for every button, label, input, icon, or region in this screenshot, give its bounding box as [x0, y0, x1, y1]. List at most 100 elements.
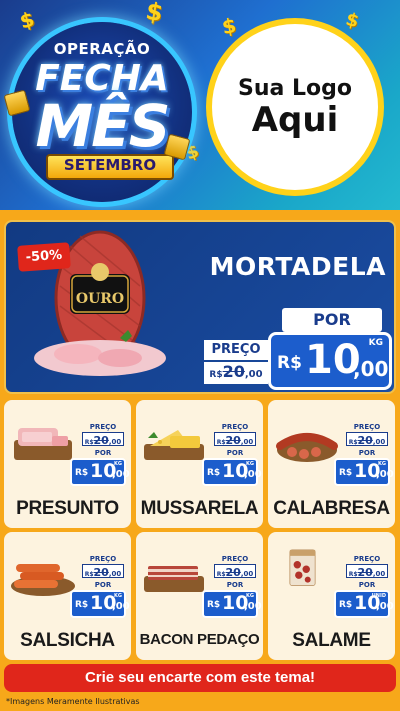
old-price-cents: ,00 — [240, 570, 254, 578]
new-price-label: POR — [282, 308, 382, 332]
old-price: R$20,00 — [214, 432, 256, 447]
old-price-label: PREÇO — [221, 555, 249, 563]
presunto-image — [14, 428, 72, 460]
price-unit: KG — [368, 338, 383, 348]
currency-symbol: R$ — [339, 600, 353, 610]
price-cents: ,00 — [376, 469, 394, 480]
currency-symbol: R$ — [348, 439, 358, 446]
new-price: R$ 10 ,00 UNID — [334, 590, 394, 618]
old-price-label: PREÇO — [204, 340, 268, 360]
price-unit: KG — [114, 461, 122, 467]
new-price-label: POR — [226, 449, 244, 457]
featured-product-name: MORTADELA — [209, 252, 386, 281]
old-price-label: PREÇO — [353, 423, 381, 431]
price-cents: ,00 — [112, 601, 130, 612]
old-price-integer: 20 — [222, 362, 245, 381]
badge-line1: OPERAÇÃO — [53, 40, 151, 58]
price-cents: ,00 — [244, 601, 262, 612]
dollar-icon: $ — [17, 6, 37, 34]
product-name: BACON PEDAÇO — [139, 631, 260, 648]
product-card-bacon[interactable]: PREÇO R$20,00 POR R$ 10 ,00 KG BACON PED… — [136, 532, 263, 660]
price-cents: ,00 — [353, 357, 389, 381]
logo-text-line1: Sua Logo — [237, 75, 352, 101]
product-card-salame[interactable]: PREÇO R$20,00 POR R$ 10 ,00 UNID SALAME — [268, 532, 395, 660]
operacao-fecha-mes-badge: OPERAÇÃO FECHA MÊS SETEMBRO — [12, 22, 192, 202]
old-price-label: PREÇO — [89, 423, 117, 431]
price-cents: ,00 — [244, 469, 262, 480]
new-price: R$ 10 ,00 KG — [70, 458, 130, 486]
logo-placeholder[interactable]: Sua Logo Aqui — [212, 24, 378, 190]
dollar-icon: $ — [220, 12, 238, 40]
currency-symbol: R$ — [339, 468, 353, 478]
create-flyer-button[interactable]: Crie seu encarte com este tema! — [4, 664, 396, 692]
old-price: R$20,00 — [214, 564, 256, 579]
footnote: *Imagens Meramente Ilustrativas — [6, 697, 140, 706]
old-price-cents: ,00 — [372, 438, 386, 446]
old-price-integer: 20 — [357, 566, 373, 579]
price-unit: KG — [114, 593, 122, 599]
old-price-label: PREÇO — [353, 555, 381, 563]
price-cents: ,00 — [112, 469, 130, 480]
currency-symbol: R$ — [207, 600, 221, 610]
price-cents: ,00 — [376, 601, 394, 612]
old-price-label: PREÇO — [221, 423, 249, 431]
old-price-cents: ,00 — [244, 369, 263, 380]
old-price: R$20,00 — [346, 432, 388, 447]
mussarela-image — [144, 430, 204, 460]
logo-text-line2: Aqui — [251, 99, 339, 140]
old-price-integer: 20 — [357, 434, 373, 447]
product-card-salsicha[interactable]: PREÇO R$20,00 POR R$ 10 ,00 KG SALSICHA — [4, 532, 131, 660]
currency-symbol: R$ — [75, 468, 89, 478]
new-price: R$ 10 ,00 KG — [202, 458, 262, 486]
old-price: R$20,00 — [82, 564, 124, 579]
dollar-icon: $ — [343, 8, 362, 33]
price-unit: UNID — [371, 593, 386, 599]
featured-new-price: R$ 10 ,00 KG — [268, 332, 392, 390]
product-card-presunto[interactable]: PREÇO R$20,00 POR R$ 10 ,00 KG PRESUNTO — [4, 400, 131, 528]
currency-symbol: R$ — [348, 571, 358, 578]
old-price: R$20,00 — [346, 564, 388, 579]
price-unit: KG — [378, 461, 386, 467]
new-price: R$ 10 ,00 KG — [202, 590, 262, 618]
currency-symbol: R$ — [75, 600, 89, 610]
product-name: SALAME — [292, 630, 371, 651]
svg-text:OURO: OURO — [76, 291, 124, 307]
new-price-label: POR — [94, 449, 112, 457]
product-name: MUSSARELA — [140, 498, 259, 519]
old-price-cents: ,00 — [240, 438, 254, 446]
featured-product-card[interactable]: OURO -50% MORTADELA POR R$ 10 ,00 KG PRE… — [4, 220, 396, 394]
new-price-label: POR — [358, 581, 376, 589]
dollar-icon: $ — [143, 0, 166, 28]
product-name: PRESUNTO — [16, 498, 119, 519]
price-unit: KG — [246, 461, 254, 467]
salsicha-image — [11, 564, 75, 596]
currency-symbol: R$ — [209, 370, 223, 380]
bacon-image — [144, 566, 204, 592]
new-price-label: POR — [358, 449, 376, 457]
currency-symbol: R$ — [216, 439, 226, 446]
old-price-integer: 20 — [93, 566, 109, 579]
salame-image — [289, 549, 316, 586]
currency-symbol: R$ — [277, 353, 302, 373]
old-price-cents: ,00 — [372, 570, 386, 578]
price-unit: KG — [246, 593, 254, 599]
currency-symbol: R$ — [84, 439, 94, 446]
product-card-mussarela[interactable]: PREÇO R$20,00 POR R$ 10 ,00 KG MUSSARELA — [136, 400, 263, 528]
product-card-calabresa[interactable]: PREÇO R$20,00 POR R$ 10 ,00 KG CALABRESA — [268, 400, 395, 528]
product-name: CALABRESA — [273, 498, 390, 519]
calabresa-image — [276, 433, 338, 462]
currency-symbol: R$ — [207, 468, 221, 478]
new-price-label: POR — [226, 581, 244, 589]
currency-symbol: R$ — [84, 571, 94, 578]
old-price-integer: 20 — [225, 434, 241, 447]
new-price-label: POR — [94, 581, 112, 589]
discount-badge: -50% — [17, 242, 71, 272]
header-banner: $ $ $ $ $ OPERAÇÃO FECHA MÊS SETEMBRO Su… — [0, 0, 400, 210]
old-price-cents: ,00 — [108, 438, 122, 446]
new-price: R$ 10 ,00 KG — [70, 590, 130, 618]
old-price-integer: 20 — [225, 566, 241, 579]
featured-old-price: R$20,00 — [204, 362, 268, 384]
old-price-integer: 20 — [93, 434, 109, 447]
old-price-label: PREÇO — [89, 555, 117, 563]
new-price: R$ 10 ,00 KG — [334, 458, 394, 486]
